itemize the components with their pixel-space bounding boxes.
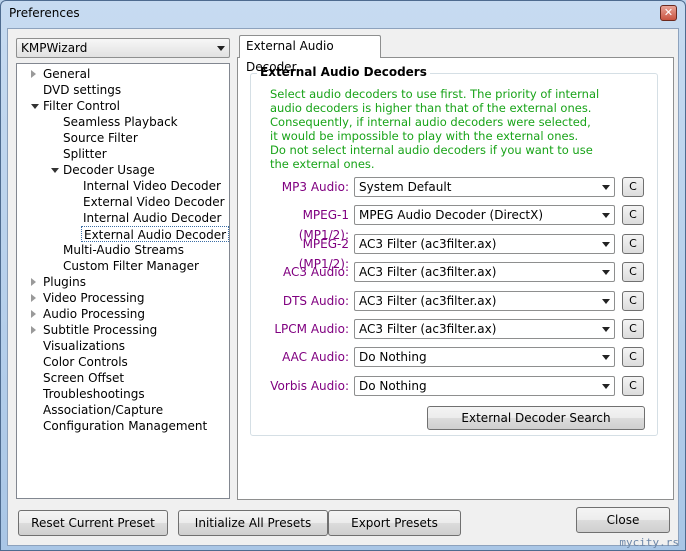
decoder-config-button[interactable]: C xyxy=(622,205,644,226)
preferences-window: Preferences ✕ KMPWizard General DVD setti… xyxy=(0,0,686,551)
decoder-description: Select audio decoders to use first. The … xyxy=(270,87,610,171)
preset-dropdown-value: KMPWizard xyxy=(21,41,88,55)
close-button[interactable]: Close xyxy=(576,507,670,533)
tree-item[interactable]: Troubleshootings xyxy=(41,386,147,402)
tree-collapse-icon[interactable] xyxy=(31,104,39,109)
tree-item[interactable]: Internal Audio Decoder xyxy=(81,210,223,226)
initialize-all-presets-button[interactable]: Initialize All Presets xyxy=(178,510,328,536)
decoder-dropdown[interactable]: AC3 Filter (ac3filter.ax) xyxy=(354,262,615,283)
title-bar[interactable]: Preferences ✕ xyxy=(1,1,685,27)
decoder-dropdown[interactable]: MPEG Audio Decoder (DirectX) xyxy=(354,205,615,226)
tree-item[interactable]: Internal Video Decoder xyxy=(81,178,223,194)
tree-item[interactable]: Plugins xyxy=(41,274,88,290)
watermark: mycity.rs xyxy=(619,536,679,549)
chevron-down-icon xyxy=(602,213,610,219)
window-close-icon[interactable]: ✕ xyxy=(660,5,677,21)
tree-item[interactable]: Video Processing xyxy=(41,290,147,306)
decoder-config-button[interactable]: C xyxy=(622,262,644,283)
decoder-dropdown[interactable]: Do Nothing xyxy=(354,347,615,368)
tree-expand-icon[interactable] xyxy=(31,70,36,78)
chevron-down-icon xyxy=(602,327,610,332)
decoder-dropdown-value: Do Nothing xyxy=(359,350,427,365)
description-line: Do not select internal audio decoders if… xyxy=(270,143,593,157)
decoder-dropdown-value: AC3 Filter (ac3filter.ax) xyxy=(359,236,497,251)
decoder-label: AC3 Audio: xyxy=(283,265,349,280)
decoder-label: MP3 Audio: xyxy=(281,180,349,194)
decoder-dropdown[interactable]: AC3 Filter (ac3filter.ax) xyxy=(354,233,615,254)
export-presets-button[interactable]: Export Presets xyxy=(328,510,461,536)
description-line: audio decoders is higher than that of th… xyxy=(270,101,592,115)
tree-item[interactable]: DVD settings xyxy=(41,82,123,98)
description-line: Select audio decoders to use first. The … xyxy=(270,87,600,101)
window-title: Preferences xyxy=(9,6,80,20)
description-line: the external ones. xyxy=(270,157,375,171)
tree-item[interactable]: External Video Decoder xyxy=(81,194,227,210)
decoder-dropdown-value: AC3 Filter (ac3filter.ax) xyxy=(359,322,497,336)
tree-item[interactable]: Multi-Audio Streams xyxy=(61,242,186,258)
decoder-config-button[interactable]: C xyxy=(622,177,644,197)
tree-item[interactable]: Source Filter xyxy=(61,130,140,146)
tree-item[interactable]: Seamless Playback xyxy=(61,114,180,130)
decoder-dropdown[interactable]: System Default xyxy=(354,177,615,197)
tree-item[interactable]: General xyxy=(41,66,92,82)
decoder-dropdown[interactable]: AC3 Filter (ac3filter.ax) xyxy=(354,319,615,339)
chevron-down-icon xyxy=(602,355,610,361)
tree-expand-icon[interactable] xyxy=(31,278,36,286)
decoder-label: Vorbis Audio: xyxy=(270,378,349,393)
preset-dropdown[interactable]: KMPWizard xyxy=(16,38,230,58)
chevron-down-icon xyxy=(602,270,610,276)
tree-collapse-icon[interactable] xyxy=(51,168,59,173)
tree-item[interactable]: Screen Offset xyxy=(41,370,126,386)
tree-item[interactable]: Audio Processing xyxy=(41,306,147,322)
decoder-dropdown[interactable]: AC3 Filter (ac3filter.ax) xyxy=(354,290,615,311)
tree-expand-icon[interactable] xyxy=(31,310,36,318)
decoder-label: AAC Audio: xyxy=(282,350,349,365)
decoder-config-button[interactable]: C xyxy=(622,347,644,368)
tree-item[interactable]: External Audio Decoder xyxy=(81,226,230,242)
decoder-config-button[interactable]: C xyxy=(622,233,644,254)
decoder-config-button[interactable]: C xyxy=(622,290,644,311)
tree-expand-icon[interactable] xyxy=(31,294,36,302)
dialog-client-area: KMPWizard General DVD settings Filter Cont… xyxy=(7,28,679,546)
tree-item[interactable]: Decoder Usage xyxy=(61,162,157,178)
tree-item[interactable]: Subtitle Processing xyxy=(41,322,159,338)
tree-expand-icon[interactable] xyxy=(31,326,36,334)
tab-external-audio-decoder[interactable]: External Audio Decoder xyxy=(239,35,381,74)
description-line: Consequently, if internal audio decoders… xyxy=(270,115,591,129)
tree-item[interactable]: Splitter xyxy=(61,146,109,162)
decoder-config-button[interactable]: C xyxy=(622,319,644,339)
decoder-config-button[interactable]: C xyxy=(622,375,644,396)
reset-current-preset-button[interactable]: Reset Current Preset xyxy=(18,510,168,536)
external-audio-decoders-group: External Audio Decoders Select audio dec… xyxy=(250,65,658,436)
decoder-dropdown-value: AC3 Filter (ac3filter.ax) xyxy=(359,293,497,308)
chevron-down-icon xyxy=(217,46,225,51)
tree-item[interactable]: Configuration Management xyxy=(41,418,209,434)
tree-item[interactable]: Color Controls xyxy=(41,354,130,370)
description-line: it would be impossible to play with the … xyxy=(270,129,579,143)
external-decoder-search-button[interactable]: External Decoder Search xyxy=(427,406,645,430)
chevron-down-icon xyxy=(602,241,610,247)
decoder-label: LPCM Audio: xyxy=(274,322,349,336)
tree-item[interactable]: Filter Control xyxy=(41,98,122,114)
decoder-dropdown-value: System Default xyxy=(359,180,452,194)
tree-item[interactable]: Association/Capture xyxy=(41,402,165,418)
tree-item[interactable]: Visualizations xyxy=(41,338,127,354)
chevron-down-icon xyxy=(602,383,610,389)
chevron-down-icon xyxy=(602,185,610,190)
tab-panel: External Audio Decoders Select audio dec… xyxy=(237,57,674,500)
decoder-dropdown[interactable]: Do Nothing xyxy=(354,375,615,396)
preferences-tree[interactable]: General DVD settings Filter Control Seamles… xyxy=(16,63,230,499)
decoder-dropdown-value: MPEG Audio Decoder (DirectX) xyxy=(359,208,544,223)
decoder-dropdown-value: Do Nothing xyxy=(359,378,427,393)
tree-item[interactable]: Custom Filter Manager xyxy=(61,258,201,274)
decoder-dropdown-value: AC3 Filter (ac3filter.ax) xyxy=(359,265,497,280)
chevron-down-icon xyxy=(602,298,610,304)
decoder-label: DTS Audio: xyxy=(282,293,349,308)
